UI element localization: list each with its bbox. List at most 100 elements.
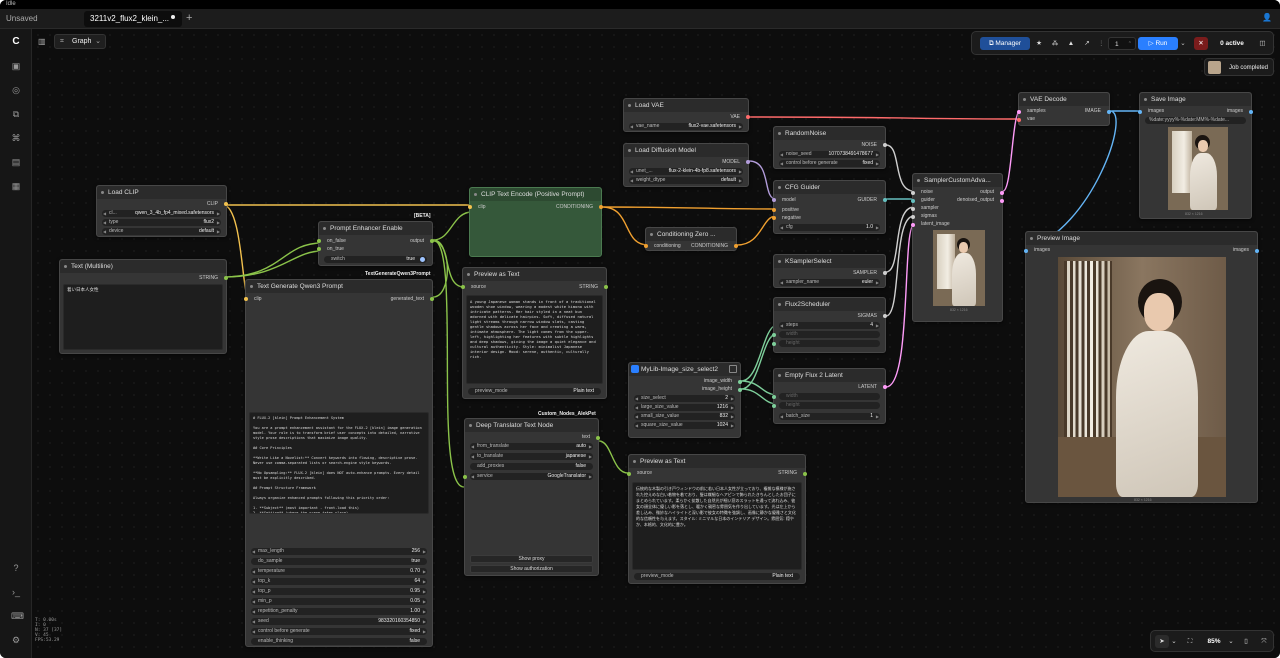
widget-batch-size[interactable]: batch_size1 xyxy=(779,413,880,420)
graph-menu-button[interactable]: ⌗ Graph ⌄ xyxy=(54,34,106,49)
output-socket[interactable] xyxy=(1000,199,1004,203)
widget-weight-dtype[interactable]: weight_dtypedefault xyxy=(629,177,743,184)
node-load-diffusion-model[interactable]: Load Diffusion Model MODEL unet_...flux-… xyxy=(623,143,750,187)
queue-icon[interactable]: ◎ xyxy=(11,85,21,95)
images-icon[interactable]: ▣ xyxy=(11,61,21,71)
node-random-noise[interactable]: RandomNoise NOISE noise_seed107073849147… xyxy=(773,126,887,169)
widget-vae-name[interactable]: vae_nameflux2-vae.safetensors xyxy=(629,123,743,130)
output-socket[interactable] xyxy=(883,198,887,202)
input-socket[interactable] xyxy=(911,223,915,227)
widget-cfg[interactable]: cfg1.0 xyxy=(779,224,880,231)
widget-small-size[interactable]: small_size_value832 xyxy=(634,413,735,420)
input-socket[interactable] xyxy=(627,472,631,476)
show-proxy-button[interactable]: Show proxy xyxy=(470,555,593,563)
help-icon[interactable]: ? xyxy=(11,563,21,573)
panel-toggle-icon[interactable]: ◫ xyxy=(1256,37,1269,50)
output-socket[interactable] xyxy=(803,472,807,476)
widget-height[interactable]: height xyxy=(779,402,880,409)
node-cfg-guider[interactable]: CFG Guider model positive negative GUIDE… xyxy=(772,180,887,234)
output-socket[interactable] xyxy=(883,143,887,147)
node-ksampler-select[interactable]: KSamplerSelect SAMPLER sampler_nameeuler xyxy=(773,254,887,288)
node-load-clip[interactable]: Load CLIP CLIP cl...qwen_3_4b_fp4_mixed.… xyxy=(96,185,228,237)
input-socket[interactable] xyxy=(244,297,248,301)
node-preview-text-japanese[interactable]: Preview as Text source STRING 伝統的な木製の引き戸… xyxy=(627,454,807,584)
output-socket[interactable] xyxy=(430,297,434,301)
node-flux2-scheduler[interactable]: Flux2Scheduler SIGMAS steps4 width heigh… xyxy=(772,297,887,353)
node-preview-text-english[interactable]: Preview as Text source STRING A young Ja… xyxy=(461,267,608,399)
widget-service[interactable]: serviceGoogleTranslator xyxy=(470,473,593,480)
node-save-image[interactable]: Save Image images images %date:yyyy%-%da… xyxy=(1138,92,1253,219)
widget-max-length[interactable]: max_length256 xyxy=(251,548,427,555)
keyboard-icon[interactable]: ⌨ xyxy=(11,611,24,621)
input-socket[interactable] xyxy=(772,198,776,202)
widget-size-select[interactable]: size_select2 xyxy=(634,395,735,402)
run-button[interactable]: ▷ Run xyxy=(1138,37,1178,50)
input-socket[interactable] xyxy=(1017,118,1021,122)
node-library-icon[interactable]: ⧉ xyxy=(11,109,21,119)
widget-top-k[interactable]: top_k64 xyxy=(251,578,427,585)
show-authorization-button[interactable]: Show authorization xyxy=(470,565,593,573)
node-prompt-enhancer[interactable]: Prompt Enhancer Enable on_false on_true … xyxy=(317,221,434,266)
output-socket[interactable] xyxy=(883,385,887,389)
workflows-icon[interactable]: ▤ xyxy=(11,157,21,167)
text-input[interactable]: 着い日本人女性 xyxy=(63,284,223,350)
graph-canvas[interactable]: ▥ ⌗ Graph ⌄ Load CLIP CLIP cl...qwen_3_4… xyxy=(32,29,1280,658)
widget-noise-seed[interactable]: noise_seed1070738491478677 xyxy=(779,151,880,158)
input-socket[interactable] xyxy=(772,216,776,220)
output-socket[interactable] xyxy=(1107,110,1111,114)
people-icon[interactable]: ⁂ xyxy=(1048,37,1062,50)
warning-icon[interactable]: ▲ xyxy=(1064,37,1078,50)
new-tab-button[interactable]: + xyxy=(186,12,192,24)
widget-control[interactable]: control before generatefixed xyxy=(779,160,880,167)
active-jobs-label[interactable]: 0 active xyxy=(1214,37,1250,50)
input-socket[interactable] xyxy=(1017,110,1021,114)
output-socket[interactable] xyxy=(224,276,228,280)
widget-control-before-generate[interactable]: control before generatefixed xyxy=(251,628,427,635)
input-socket[interactable] xyxy=(772,208,776,212)
widget-type[interactable]: typeflux2 xyxy=(102,219,221,226)
settings-gear-icon[interactable]: ⚙ xyxy=(11,635,21,645)
node-vae-decode[interactable]: VAE Decode samples vae IMAGE xyxy=(1017,92,1111,126)
system-prompt-text[interactable]: # FLUX.2 [klein] Prompt Enhancement Syst… xyxy=(249,412,429,514)
run-options-chevron-icon[interactable]: ⌄ xyxy=(1179,37,1187,50)
widget-add-proxies[interactable]: add_proxies false xyxy=(470,463,593,470)
output-socket[interactable] xyxy=(604,285,608,289)
star-icon[interactable]: ★ xyxy=(1032,37,1046,50)
input-socket[interactable] xyxy=(317,239,321,243)
model-library-icon[interactable]: ⌘ xyxy=(11,133,21,143)
widget-height[interactable]: height xyxy=(779,340,880,347)
widget-switch[interactable]: switch true xyxy=(324,256,427,263)
output-socket[interactable] xyxy=(224,202,228,206)
output-socket[interactable] xyxy=(599,205,603,209)
node-empty-flux2-latent[interactable]: Empty Flux 2 Latent LATENT width height … xyxy=(772,368,887,424)
widget-filename-prefix[interactable]: %date:yyyy%-%date:MM%-%date... xyxy=(1145,117,1246,124)
node-conditioning-zero[interactable]: Conditioning Zero ... conditioning CONDI… xyxy=(644,227,738,251)
output-socket[interactable] xyxy=(746,115,750,119)
manager-button[interactable]: ⧉ Manager xyxy=(980,37,1030,50)
widget-do-sample[interactable]: do_sample true xyxy=(251,558,427,565)
widget-steps[interactable]: steps4 xyxy=(779,322,880,329)
widget-preview-mode[interactable]: preview_mode Plain text xyxy=(468,388,601,395)
input-socket[interactable] xyxy=(911,215,915,219)
widget-temperature[interactable]: temperature0.70 xyxy=(251,568,427,575)
queue-count-input[interactable]: 1 ⌃ xyxy=(1108,37,1136,50)
widget-clip-name[interactable]: cl...qwen_3_4b_fp4_mixed.safetensors xyxy=(102,210,221,217)
minimap-icon[interactable]: ▯ xyxy=(1239,635,1253,648)
node-text-generate-qwen3[interactable]: Text Generate Qwen3 Prompt clip generate… xyxy=(244,279,434,647)
input-socket[interactable] xyxy=(772,404,776,408)
output-socket[interactable] xyxy=(1000,191,1004,195)
drag-handle-icon[interactable]: ⋮ xyxy=(1098,37,1105,50)
widget-large-size[interactable]: large_size_value1216 xyxy=(634,404,735,411)
widget-to-translate[interactable]: to_translatejapanese xyxy=(470,453,593,460)
widget-top-p[interactable]: top_p0.95 xyxy=(251,588,427,595)
output-socket[interactable] xyxy=(1249,110,1253,114)
node-image-size-select[interactable]: MyLib-Image_size_select2 image_width ima… xyxy=(628,362,742,438)
widget-square-size[interactable]: square_size_value1024 xyxy=(634,422,735,429)
terminal-icon[interactable]: ›_ xyxy=(11,587,21,597)
expand-icon[interactable] xyxy=(729,365,737,373)
node-sampler-custom-advanced[interactable]: SamplerCustomAdva... noise guider sample… xyxy=(911,173,1004,322)
input-socket[interactable] xyxy=(911,191,915,195)
output-socket[interactable] xyxy=(883,314,887,318)
input-socket[interactable] xyxy=(463,475,467,479)
widget-from-translate[interactable]: from_translateauto xyxy=(470,443,593,450)
